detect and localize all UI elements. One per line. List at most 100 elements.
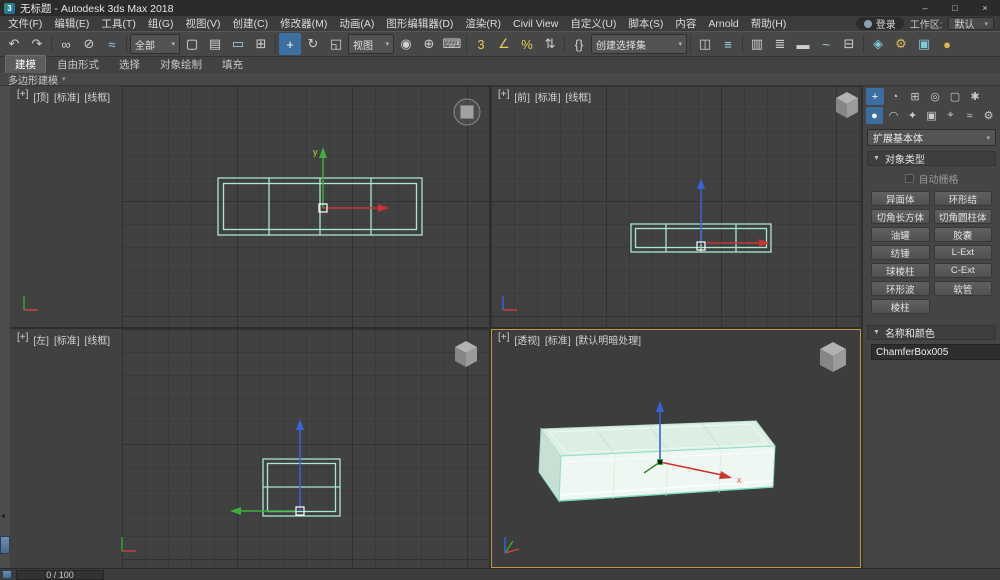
ribbon-panel-row[interactable]: 多边形建模 ▾	[0, 73, 1000, 86]
object-type-button[interactable]: 环形结	[934, 191, 993, 206]
tab-utilities[interactable]: ✱	[966, 88, 984, 105]
toggle-ribbon-icon[interactable]: ▬	[792, 33, 814, 55]
object-type-button[interactable]: 胶囊	[934, 227, 993, 242]
window-crossing-toggle-icon[interactable]: ⊞	[250, 33, 272, 55]
render-setup-icon[interactable]: ⚙	[890, 33, 912, 55]
menu-item[interactable]: 修改器(M)	[274, 16, 333, 31]
scene-explorer-toggle-icon[interactable]	[2, 570, 12, 579]
menu-item[interactable]: 视图(V)	[180, 16, 227, 31]
viewport-left[interactable]: [+] [左] [标准] [线框]	[10, 329, 489, 568]
tab-space-warps[interactable]: ≈	[961, 107, 978, 124]
menu-item[interactable]: 动画(A)	[333, 16, 380, 31]
reference-coordinate-dropdown[interactable]: 视图▾	[348, 34, 394, 54]
tab-display[interactable]: ▢	[946, 88, 964, 105]
viewport-menu-shading[interactable]: [线框]	[566, 89, 592, 104]
object-type-button[interactable]: 切角圆柱体	[934, 209, 993, 224]
workspace-dropdown[interactable]: 默认 ▾	[948, 17, 994, 30]
object-type-button[interactable]: C-Ext	[934, 263, 993, 278]
align-icon[interactable]: ≡	[717, 33, 739, 55]
object-type-button[interactable]: 环形波	[871, 281, 930, 296]
select-by-name-icon[interactable]: ▤	[204, 33, 226, 55]
viewcube[interactable]	[820, 342, 846, 372]
viewport-menu-per-view[interactable]: [标准]	[54, 89, 80, 104]
menu-item[interactable]: 渲染(R)	[459, 16, 507, 31]
object-type-button[interactable]: 软管	[934, 281, 993, 296]
schematic-view-icon[interactable]: ⊟	[838, 33, 860, 55]
edit-named-selection-sets-icon[interactable]: {}	[568, 33, 590, 55]
tab-geometry[interactable]: ●	[866, 107, 883, 124]
viewcube[interactable]	[455, 341, 477, 367]
rectangular-selection-region-icon[interactable]: ▭	[227, 33, 249, 55]
viewport-menu-shading[interactable]: [线框]	[85, 332, 111, 347]
viewport-menu-shading[interactable]: [线框]	[85, 89, 111, 104]
tab-modify[interactable]: ◔	[886, 88, 904, 105]
close-button[interactable]: ×	[970, 0, 1000, 16]
curve-editor-icon[interactable]: ~	[815, 33, 837, 55]
tab-systems[interactable]: ⚙	[980, 107, 997, 124]
menu-item[interactable]: Arnold	[702, 16, 744, 31]
minimize-button[interactable]: –	[910, 0, 940, 16]
toggle-scene-explorer-icon[interactable]: ▥	[746, 33, 768, 55]
tab-lights[interactable]: ✦	[904, 107, 921, 124]
select-and-scale-icon[interactable]: ◱	[325, 33, 347, 55]
menu-item[interactable]: Civil View	[507, 16, 564, 31]
select-and-link-icon[interactable]: ∞	[55, 33, 77, 55]
tab-create[interactable]: +	[866, 88, 884, 105]
selection-filter-dropdown[interactable]: 全部▾	[130, 34, 180, 54]
move-gizmo[interactable]: y	[313, 147, 389, 212]
name-color-rollout-header[interactable]: ▼ 名称和颜色	[867, 325, 996, 340]
mirror-icon[interactable]: ◫	[694, 33, 716, 55]
object-type-button[interactable]: 异面体	[871, 191, 930, 206]
viewport-front[interactable]: [+] [前] [标准] [线框]	[491, 86, 861, 327]
snap-toggle-3d-icon[interactable]: 3	[470, 33, 492, 55]
menu-item[interactable]: 图形编辑器(D)	[380, 16, 459, 31]
viewport-menu-per-view[interactable]: [标准]	[535, 89, 561, 104]
menu-item[interactable]: 脚本(S)	[622, 16, 669, 31]
ribbon-tab[interactable]: 建模	[5, 55, 46, 73]
viewport-menu-general[interactable]: [+]	[17, 89, 28, 104]
bind-to-space-warp-icon[interactable]: ≈	[101, 33, 123, 55]
object-type-button[interactable]: 球棱柱	[871, 263, 930, 278]
select-object-icon[interactable]: ▢	[181, 33, 203, 55]
select-and-rotate-icon[interactable]: ↻	[302, 33, 324, 55]
menu-item[interactable]: 文件(F)	[2, 16, 48, 31]
chamferbox-wireframe[interactable]	[218, 178, 422, 235]
viewport-top[interactable]: [+] [顶] [标准] [线框]	[10, 86, 489, 327]
menu-item[interactable]: 编辑(E)	[48, 16, 95, 31]
tab-helpers[interactable]: ⌖	[942, 107, 959, 124]
menu-item[interactable]: 创建(C)	[227, 16, 275, 31]
viewport-menu-general[interactable]: [+]	[498, 332, 509, 347]
tab-hierarchy[interactable]: ⊞	[906, 88, 924, 105]
menu-item[interactable]: 组(G)	[142, 16, 180, 31]
viewport-menu-view[interactable]: [透视]	[514, 332, 540, 347]
toggle-layer-explorer-icon[interactable]: ≣	[769, 33, 791, 55]
menu-item[interactable]: 自定义(U)	[564, 16, 622, 31]
viewport-menu-general[interactable]: [+]	[17, 332, 28, 347]
viewcube[interactable]	[454, 99, 480, 125]
object-type-button[interactable]: 切角长方体	[871, 209, 930, 224]
object-type-button[interactable]: L-Ext	[934, 245, 993, 260]
viewport-menu-shading[interactable]: [默认明暗处理]	[576, 332, 642, 347]
sign-in-button[interactable]: 登录	[856, 17, 904, 30]
tab-cameras[interactable]: ▣	[923, 107, 940, 124]
use-pivot-point-icon[interactable]: ◉	[395, 33, 417, 55]
undo-icon[interactable]: ↶	[3, 33, 25, 55]
viewport-perspective[interactable]: [+] [透视] [标准] [默认明暗处理]	[491, 329, 861, 568]
unlink-selection-icon[interactable]: ⊘	[78, 33, 100, 55]
spinner-snap-icon[interactable]: ⇅	[539, 33, 561, 55]
rendered-frame-window-icon[interactable]: ▣	[913, 33, 935, 55]
move-gizmo[interactable]	[697, 178, 770, 250]
tab-shapes[interactable]: ◠	[885, 107, 902, 124]
autogrid-checkbox[interactable]	[905, 174, 914, 183]
mini-scene-explorer-icon[interactable]	[0, 536, 10, 554]
collapse-left-icon[interactable]: ◂	[1, 511, 5, 520]
redo-icon[interactable]: ↷	[26, 33, 48, 55]
ribbon-tab[interactable]: 对象绘制	[151, 56, 211, 73]
ribbon-tab[interactable]: 填充	[213, 56, 252, 73]
viewport-menu-per-view[interactable]: [标准]	[545, 332, 571, 347]
menu-item[interactable]: 内容	[669, 16, 702, 31]
material-editor-icon[interactable]: ◈	[867, 33, 889, 55]
viewport-menu-view[interactable]: [前]	[514, 89, 530, 104]
object-type-button[interactable]: 棱柱	[871, 299, 930, 314]
collapsed-left-panel[interactable]: ◂	[0, 86, 10, 568]
